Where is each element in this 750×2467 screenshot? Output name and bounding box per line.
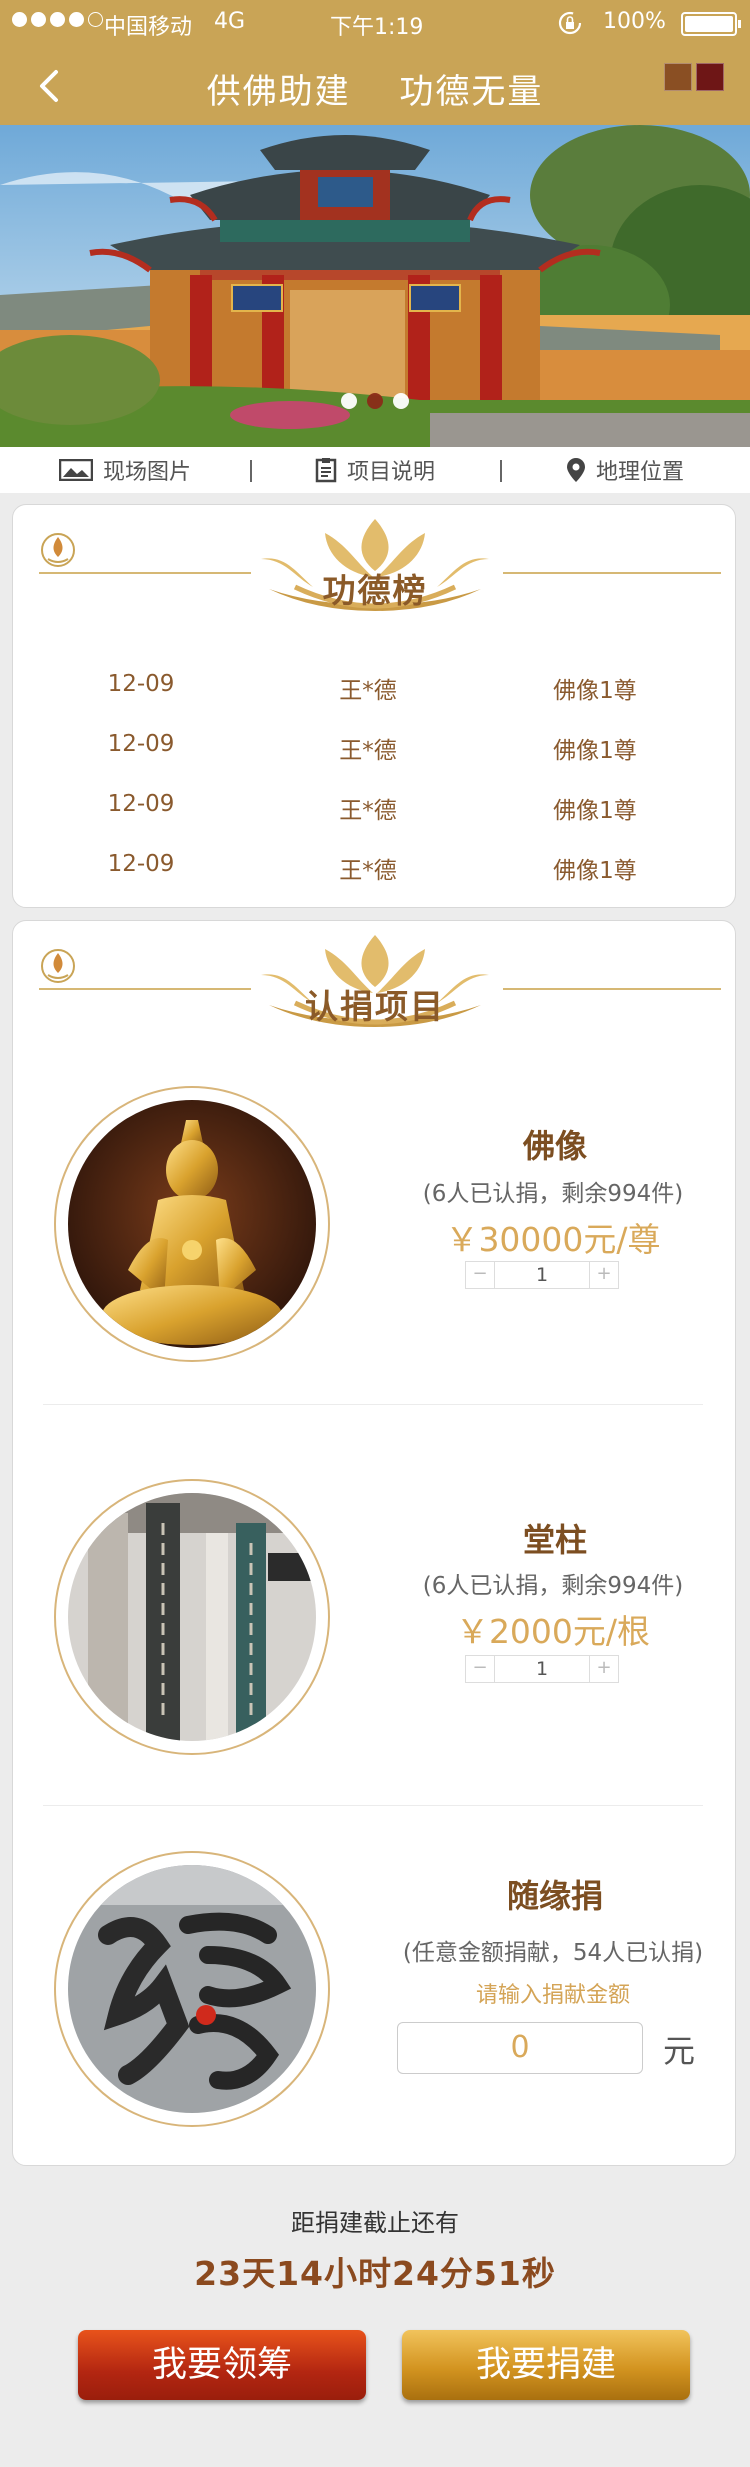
item-divider: [43, 1805, 703, 1806]
project-subscription-status: (任意金额捐献，54人已认捐): [402, 1940, 704, 1966]
project-subscription-status: (6人已认捐，剩余994件): [422, 1573, 684, 1599]
theme-swatch-brown[interactable]: [664, 63, 692, 91]
app-header: 中国移动 4G 下午1:19 100% 供佛助建 功德无量: [0, 0, 750, 125]
decrement-button[interactable]: −: [466, 1262, 494, 1288]
temple-banner-carousel[interactable]: [0, 125, 750, 447]
free-donation-photo: [54, 1851, 330, 2127]
clock: 下午1:19: [330, 15, 424, 40]
calligraphy-plaque-image: [68, 1865, 316, 2113]
page-title: 供佛助建 功德无量: [0, 64, 750, 113]
rotation-lock-icon: [558, 11, 582, 35]
tab-location-label: 地理位置: [595, 460, 684, 485]
decorative-rule: [39, 988, 251, 990]
merit-row: 12-09 王*德 佛像1尊: [13, 785, 737, 825]
project-subscription-status: (6人已认捐，剩余994件): [422, 1181, 684, 1207]
merit-date: 12-09: [107, 671, 175, 697]
quantity-value[interactable]: 1: [494, 1656, 590, 1682]
merit-date: 12-09: [107, 851, 175, 877]
carousel-dot[interactable]: [341, 393, 357, 409]
merit-board-title: 功德榜: [322, 571, 428, 610]
project-name: 佛像: [522, 1127, 587, 1165]
merit-row: 12-09 王*德 佛像1尊: [13, 665, 737, 705]
buddha-statue-photo: [54, 1086, 330, 1362]
decrement-button[interactable]: −: [466, 1656, 494, 1682]
carousel-dot-active[interactable]: [367, 393, 383, 409]
battery-percentage: 100%: [603, 9, 666, 34]
buddha-statue-image: [68, 1100, 316, 1348]
tab-site-photos[interactable]: 现场图片: [0, 454, 250, 486]
merit-board-card: 功德榜 12-09 王*德 佛像1尊 12-09 王*德 佛像1尊 12-09 …: [12, 504, 736, 908]
decorative-rule: [503, 572, 721, 574]
battery-icon: [681, 12, 741, 36]
hall-pillar-image: [68, 1493, 316, 1741]
increment-button[interactable]: +: [590, 1262, 618, 1288]
donation-amount-input[interactable]: 0: [397, 2022, 643, 2074]
merit-item: 佛像1尊: [553, 858, 637, 884]
project-name: 堂柱: [522, 1521, 587, 1559]
increment-button[interactable]: +: [590, 1656, 618, 1682]
tab-project-description[interactable]: 项目说明: [250, 454, 500, 486]
project-price: ￥2000元/根: [455, 1612, 651, 1651]
donation-projects-card: 认捐项目 佛像 (6人已认捐，剩余994件) ￥30000元/尊 − 1 + 堂…: [12, 920, 736, 2166]
projects-title: 认捐项目: [305, 987, 445, 1026]
temple-seal-icon: [41, 533, 75, 567]
decorative-rule: [503, 988, 721, 990]
merit-donor: 王*德: [339, 858, 397, 884]
countdown-timer: 23天14小时24分51秒: [194, 2254, 556, 2293]
merit-item: 佛像1尊: [553, 678, 637, 704]
quantity-stepper: − 1 +: [465, 1655, 619, 1683]
carrier-name: 中国移动: [104, 15, 193, 40]
tab-location[interactable]: 地理位置: [500, 454, 750, 486]
amount-hint: 请输入捐献金额: [475, 1983, 630, 2008]
quantity-stepper: − 1 +: [465, 1261, 619, 1289]
deadline-label: 距捐建截止还有: [291, 2209, 459, 2237]
merit-row: 12-09 王*德 佛像1尊: [13, 725, 737, 765]
location-pin-icon: [566, 458, 585, 482]
theme-swatches[interactable]: [664, 63, 724, 91]
network-type: 4G: [214, 9, 246, 34]
currency-unit: 元: [663, 2032, 696, 2070]
temple-seal-icon: [41, 949, 75, 983]
merit-item: 佛像1尊: [553, 738, 637, 764]
merit-date: 12-09: [107, 731, 175, 757]
donate-button[interactable]: 我要捐建: [402, 2330, 690, 2400]
item-divider: [43, 1404, 703, 1405]
hall-pillar-photo: [54, 1479, 330, 1755]
merit-donor: 王*德: [339, 798, 397, 824]
fundraise-button[interactable]: 我要领筹: [78, 2330, 366, 2400]
signal-strength-icon: [12, 12, 103, 27]
projects-heading: 认捐项目: [255, 931, 495, 1031]
merit-board-heading: 功德榜: [255, 515, 495, 615]
merit-donor: 王*德: [339, 678, 397, 704]
project-name: 随缘捐: [506, 1877, 603, 1915]
decorative-rule: [39, 572, 251, 574]
merit-item: 佛像1尊: [553, 798, 637, 824]
merit-row: 12-09 王*德 佛像1尊: [13, 845, 737, 885]
merit-donor: 王*德: [339, 738, 397, 764]
project-price: ￥30000元/尊: [445, 1220, 661, 1259]
document-icon: [315, 458, 337, 483]
merit-date: 12-09: [107, 791, 175, 817]
tab-site-photos-label: 现场图片: [102, 460, 191, 485]
carousel-indicator: [0, 393, 750, 409]
info-tab-bar: 现场图片 项目说明 地理位置: [0, 447, 750, 493]
tab-project-description-label: 项目说明: [346, 460, 435, 485]
status-bar: 中国移动 4G 下午1:19 100%: [0, 0, 750, 46]
picture-icon: [58, 459, 93, 481]
theme-swatch-maroon[interactable]: [696, 63, 724, 91]
page-title-right: 功德无量: [399, 72, 544, 112]
carousel-dot[interactable]: [393, 393, 409, 409]
page-title-left: 供佛助建: [206, 72, 351, 112]
quantity-value[interactable]: 1: [494, 1262, 590, 1288]
